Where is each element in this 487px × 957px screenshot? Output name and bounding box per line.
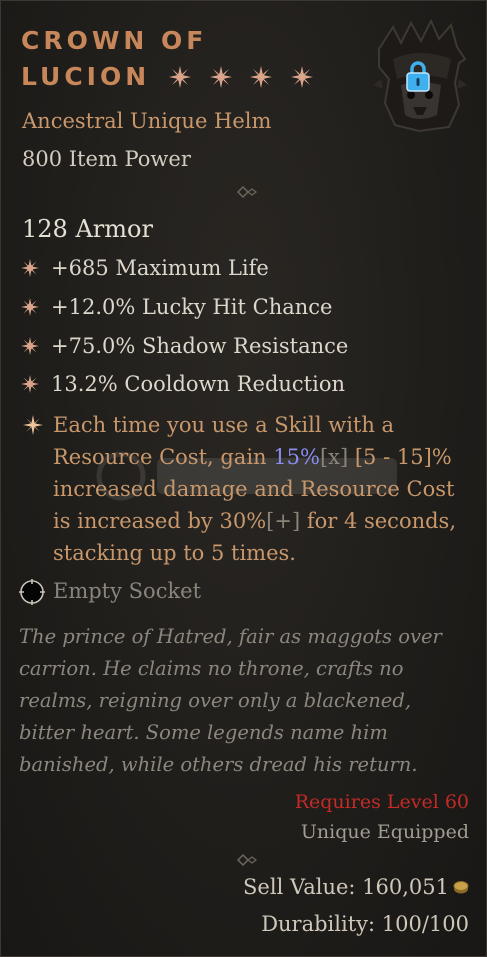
sell-value-row: Sell Value: 160,051 <box>243 875 469 899</box>
unique-bracket: [x] <box>319 445 349 469</box>
affix-row: +75.0% Shadow Resistance <box>21 334 348 358</box>
socket-label: Empty Socket <box>53 579 202 603</box>
section-divider <box>19 853 470 867</box>
item-type: Ancestral Unique Helm <box>22 109 272 133</box>
lore-text: The prince of Hatred, fair as maggots ov… <box>19 625 442 776</box>
unique-bullet-icon <box>23 415 43 435</box>
affix-text: +75.0% Shadow Resistance <box>51 334 349 358</box>
greater-affix-icon <box>250 66 273 88</box>
affix-row: 13.2% Cooldown Reduction <box>21 372 345 396</box>
lock-icon[interactable] <box>403 59 433 93</box>
item-tooltip: CROWN OF LUCION Ancestral Unique Helm 80… <box>0 0 487 957</box>
unique-power: Each time you use a Skill with a Resourc… <box>21 409 471 569</box>
socket-icon <box>19 579 45 605</box>
item-power: 800 Item Power <box>22 147 191 171</box>
item-name-line2: LUCION <box>21 62 151 91</box>
unique-value-highlight: 15% <box>273 445 320 469</box>
affix-row: +12.0% Lucky Hit Chance <box>21 295 332 319</box>
unique-bracket: [+] <box>266 509 301 533</box>
affix-row: +685 Maximum Life <box>21 256 269 280</box>
greater-affix-icon <box>168 66 191 88</box>
affix-bullet-icon <box>21 298 39 316</box>
armor-stat: 128 Armor <box>22 215 153 243</box>
greater-affix-icon <box>209 66 232 88</box>
item-name-line2-row: LUCION <box>21 59 314 95</box>
durability: Durability: 100/100 <box>261 912 469 936</box>
affix-bullet-icon <box>21 337 39 355</box>
socket-row: Empty Socket <box>19 579 201 605</box>
unique-equipped: Unique Equipped <box>300 821 469 843</box>
gold-coin-icon <box>453 881 469 894</box>
affix-text: +12.0% Lucky Hit Chance <box>51 295 333 319</box>
greater-affix-icon <box>291 66 314 88</box>
affix-text: +685 Maximum Life <box>51 256 269 280</box>
affix-text: 13.2% Cooldown Reduction <box>51 372 346 396</box>
item-name-line1: CROWN OF <box>21 26 208 55</box>
sell-value: Sell Value: 160,051 <box>243 875 449 899</box>
unique-value: 30% <box>219 509 267 533</box>
affix-bullet-icon <box>21 259 39 277</box>
section-divider <box>19 185 470 199</box>
level-requirement: Requires Level 60 <box>294 791 469 813</box>
item-title: CROWN OF LUCION <box>21 23 314 95</box>
affix-bullet-icon <box>21 375 39 393</box>
unique-power-text: Each time you use a Skill with a Resourc… <box>53 409 471 569</box>
